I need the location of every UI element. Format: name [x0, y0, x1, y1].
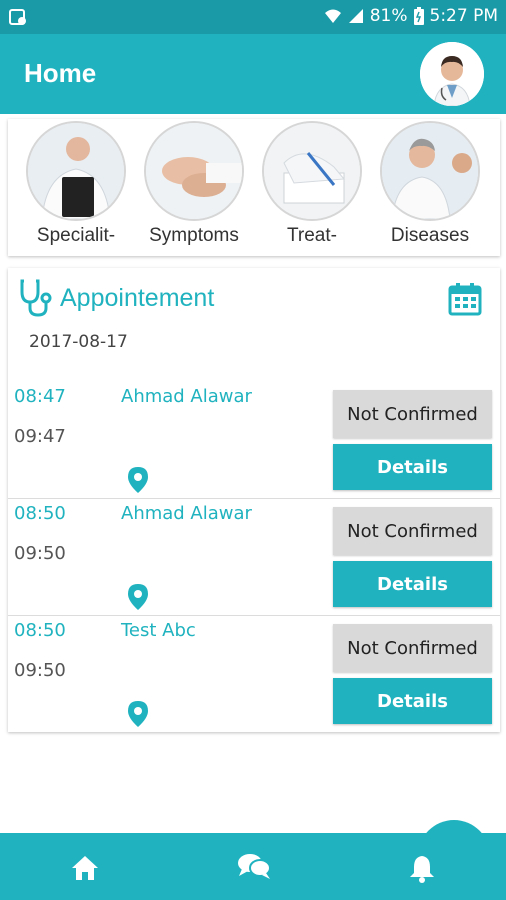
diseases-image	[380, 121, 480, 221]
screenshot-notification-icon	[9, 9, 26, 25]
bottom-nav	[0, 833, 506, 900]
page-title: Home	[24, 58, 97, 88]
appointments-card: Appointement 2017-08-17 08:47 09:47 Ahma…	[8, 268, 500, 732]
appointments-date: 2017-08-17	[29, 332, 128, 352]
appointments-title: Appointement	[60, 284, 215, 312]
appointment-row: 08:47 09:47 Ahmad Alawar Not Confirmed D…	[8, 384, 500, 500]
row-divider	[8, 498, 500, 499]
category-label: Treat-	[287, 225, 337, 246]
patient-name: Test Abc	[121, 620, 196, 641]
patient-name: Ahmad Alawar	[121, 503, 252, 524]
signal-icon	[348, 9, 363, 23]
location-pin-icon[interactable]	[127, 700, 149, 728]
category-label: Specialit-	[36, 225, 116, 246]
treatments-image	[262, 121, 362, 221]
details-button[interactable]: Details	[333, 444, 492, 490]
category-diseases[interactable]: Diseases	[380, 121, 480, 256]
patient-name: Ahmad Alawar	[121, 386, 252, 407]
details-button[interactable]: Details	[333, 678, 492, 724]
battery-icon	[413, 7, 424, 25]
stethoscope-icon	[20, 279, 52, 317]
category-treatments[interactable]: Treat-	[262, 121, 362, 256]
status-button[interactable]: Not Confirmed	[333, 507, 492, 555]
row-divider	[8, 615, 500, 616]
calendar-icon[interactable]	[448, 282, 482, 316]
end-time: 09:47	[14, 426, 66, 447]
categories-card: Specialit- Symptoms Treat- Diseases	[8, 119, 500, 256]
home-icon[interactable]	[70, 853, 100, 883]
end-time: 09:50	[14, 543, 66, 564]
location-pin-icon[interactable]	[127, 466, 149, 494]
appointment-row: 08:50 09:50 Test Abc Not Confirmed Detai…	[8, 618, 500, 734]
category-specialities[interactable]: Specialit-	[26, 121, 126, 256]
clock-time: 5:27 PM	[429, 6, 499, 26]
avatar[interactable]	[420, 42, 484, 106]
category-label: Diseases	[390, 225, 470, 246]
location-pin-icon[interactable]	[127, 583, 149, 611]
status-bar: 81% 5:27 PM	[0, 0, 506, 34]
category-label: Symptoms	[149, 225, 239, 246]
start-time: 08:47	[14, 386, 66, 407]
symptoms-image	[144, 121, 244, 221]
status-button[interactable]: Not Confirmed	[333, 390, 492, 438]
battery-percent: 81%	[369, 6, 408, 26]
category-symptoms[interactable]: Symptoms	[144, 121, 244, 256]
appointment-row: 08:50 09:50 Ahmad Alawar Not Confirmed D…	[8, 501, 500, 617]
end-time: 09:50	[14, 660, 66, 681]
status-button[interactable]: Not Confirmed	[333, 624, 492, 672]
doctor-avatar-image	[420, 42, 484, 106]
wifi-icon	[324, 9, 341, 23]
chat-icon[interactable]	[236, 851, 272, 881]
bell-icon[interactable]	[407, 853, 437, 883]
start-time: 08:50	[14, 503, 66, 524]
specialities-image	[26, 121, 126, 221]
details-button[interactable]: Details	[333, 561, 492, 607]
start-time: 08:50	[14, 620, 66, 641]
